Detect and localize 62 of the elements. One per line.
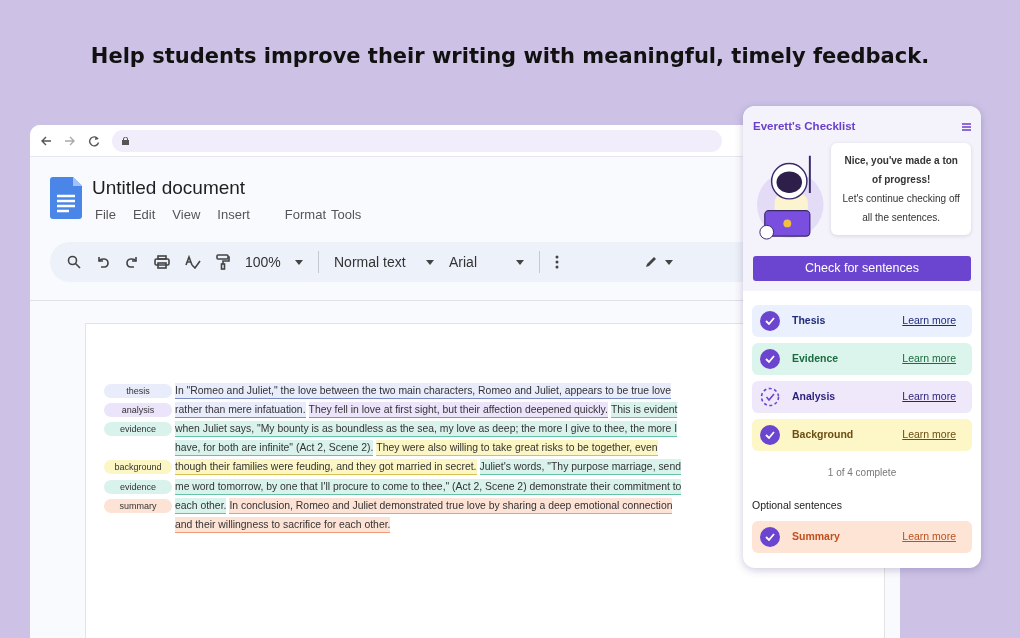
menu-item[interactable]: File bbox=[95, 205, 116, 225]
back-icon[interactable] bbox=[40, 134, 52, 147]
caret-icon bbox=[295, 259, 303, 265]
caret-icon bbox=[665, 259, 673, 265]
learn-more-link[interactable]: Learn more bbox=[902, 313, 956, 329]
menu-icon[interactable] bbox=[962, 122, 971, 131]
learn-more-link[interactable]: Learn more bbox=[902, 529, 956, 545]
document-title: Untitled document bbox=[92, 177, 247, 199]
undo-icon[interactable] bbox=[96, 255, 110, 269]
highlighted-sentence: They were also willing to take great risks to be together, even bbox=[376, 440, 658, 457]
checklist-item[interactable]: Summary Learn more bbox=[752, 520, 972, 553]
sentence-tag: thesis bbox=[104, 383, 172, 398]
menu-item[interactable]: Format bbox=[284, 205, 326, 225]
paint-roller-icon[interactable] bbox=[216, 254, 230, 270]
highlighted-sentence: In conclusion, Romeo and Juliet demonstrated true love by sharing a deep emotional connection bbox=[229, 497, 673, 514]
pencil-icon[interactable] bbox=[644, 255, 658, 269]
highlighted-sentence: each other. bbox=[175, 497, 227, 514]
lock-icon bbox=[122, 136, 129, 145]
highlighted-sentence: me word tomorrow, by one that I'll procure to come to thee," (Act 2, Scene 2) demonstrate their commitment to bbox=[175, 478, 682, 495]
search-icon[interactable] bbox=[67, 255, 81, 269]
zoom-dropdown[interactable]: 100% bbox=[245, 251, 303, 273]
learn-more-link[interactable]: Learn more bbox=[902, 351, 956, 367]
print-icon[interactable] bbox=[154, 255, 170, 269]
menu-item[interactable]: Edit bbox=[132, 205, 156, 225]
redo-icon[interactable] bbox=[125, 255, 139, 269]
learn-more-link[interactable]: Learn more bbox=[902, 389, 956, 405]
highlighted-sentence: rather than mere infatuation. bbox=[175, 401, 306, 418]
checklist-item[interactable]: Evidence Learn more bbox=[752, 343, 972, 376]
font-dropdown[interactable]: Arial bbox=[449, 251, 524, 273]
sentence-tag: summary bbox=[104, 498, 172, 513]
menu-item[interactable]: Tools bbox=[331, 205, 362, 225]
checklist-item[interactable]: Thesis Learn more bbox=[752, 305, 972, 338]
section-heading: Optional sentences bbox=[752, 498, 843, 514]
sentence-tag: evidence bbox=[104, 421, 172, 436]
panel-title: Everett's Checklist bbox=[753, 119, 856, 134]
headline: Help students improve their writing with meaningful, timely feedback. bbox=[89, 43, 931, 70]
highlighted-sentence: This is evident bbox=[610, 401, 678, 418]
sentence-tag: evidence bbox=[104, 479, 172, 494]
sentence-tag: analysis bbox=[104, 402, 172, 417]
check-button[interactable]: Check for sentences bbox=[753, 256, 971, 282]
highlighted-sentence: have, for both are infinite" (Act 2, Scene 2). bbox=[175, 440, 374, 457]
speech-bubble: Nice, you've made a ton of progress! Let's continue checking off all the sentences. bbox=[831, 143, 971, 236]
menu-item[interactable]: View bbox=[172, 205, 201, 225]
more-icon[interactable] bbox=[555, 255, 559, 269]
highlighted-sentence: though their families were feuding, and they got married in secret. bbox=[175, 459, 477, 476]
progress-text: 1 of 4 complete bbox=[826, 466, 898, 481]
document-icon bbox=[50, 177, 82, 219]
checklist-item[interactable]: Analysis Learn more bbox=[752, 381, 972, 414]
reload-icon[interactable] bbox=[88, 134, 100, 147]
highlighted-sentence: In "Romeo and Juliet," the love between the two main characters, Romeo and Juliet, appears to be true love bbox=[175, 382, 672, 399]
style-dropdown[interactable]: Normal text bbox=[334, 251, 434, 273]
sentence-tag: background bbox=[104, 460, 172, 475]
caret-icon bbox=[516, 259, 524, 265]
spellcheck-icon[interactable] bbox=[185, 255, 201, 269]
highlighted-sentence: Juliet's words, "Thy purpose marriage, send bbox=[479, 459, 681, 476]
highlighted-sentence: They fell in love at first sight, but their affection deepened quickly. bbox=[308, 401, 608, 418]
caret-icon bbox=[426, 259, 434, 265]
checklist-item[interactable]: Background Learn more bbox=[752, 419, 972, 452]
highlighted-sentence: when Juliet says, "My bounty is as boundless as the sea, my love as deep; the more I give to thee, the more I bbox=[175, 420, 678, 437]
menu-item[interactable]: Insert bbox=[217, 205, 250, 225]
highlighted-sentence: and their willingness to sacrifice for each other. bbox=[175, 516, 391, 533]
learn-more-link[interactable]: Learn more bbox=[902, 427, 956, 443]
